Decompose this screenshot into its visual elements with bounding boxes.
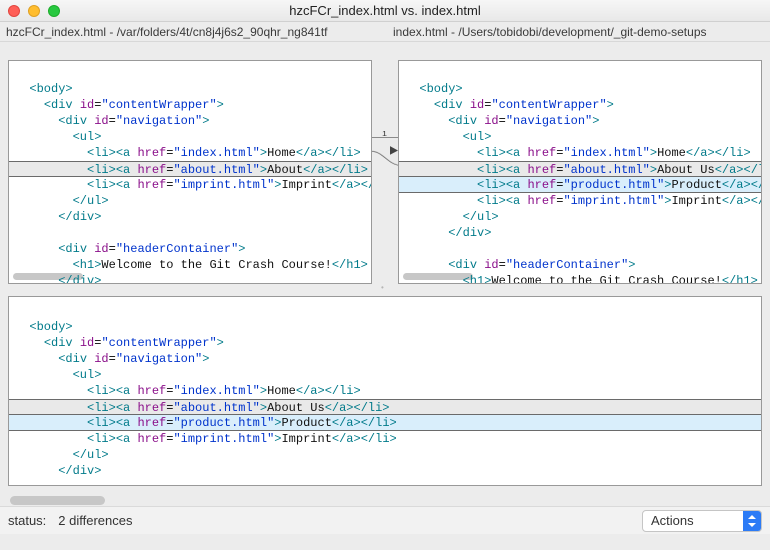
code-line[interactable]: <div id="contentWrapper"> — [15, 97, 365, 113]
left-code-view[interactable]: <body> <div id="contentWrapper"> <div id… — [9, 61, 371, 284]
window-title: hzcFCr_index.html vs. index.html — [0, 3, 770, 18]
merge-arrow-icon[interactable] — [390, 146, 398, 155]
window-titlebar: hzcFCr_index.html vs. index.html — [0, 0, 770, 22]
merged-result-pane[interactable]: <body> <div id="contentWrapper"> <div id… — [8, 296, 762, 486]
code-line[interactable]: <div id="contentWrapper"> — [15, 335, 755, 351]
split-resize-handle-icon[interactable] — [381, 283, 389, 291]
code-line[interactable]: <li><a href="about.html">About</a></li> — [9, 161, 371, 177]
right-file-path: index.html - /Users/tobidobi/development… — [383, 22, 770, 41]
code-line[interactable]: <h1>Welcome to the Git Crash Course!</h1… — [405, 273, 755, 284]
code-line[interactable]: <body> — [15, 319, 755, 335]
status-label: status: — [8, 513, 46, 528]
code-line[interactable]: <li><a href="index.html">Home</a></li> — [15, 145, 365, 161]
close-window-button[interactable] — [8, 5, 20, 17]
code-line[interactable]: <li><a href="product.html">Product</a></… — [399, 177, 761, 193]
right-diff-pane[interactable]: <body> <div id="contentWrapper"> <div id… — [398, 60, 762, 284]
code-line[interactable]: </ul> — [405, 209, 755, 225]
code-line[interactable]: <div id="headerContainer"> — [15, 241, 365, 257]
code-line[interactable]: <ul> — [405, 129, 755, 145]
status-value: 2 differences — [58, 513, 132, 528]
code-line[interactable]: <h1>Welcome to the Git Crash Course!</h1… — [15, 257, 365, 273]
code-line[interactable]: <li><a href="about.html">About Us</a></l… — [9, 399, 761, 415]
minimize-window-button[interactable] — [28, 5, 40, 17]
code-line[interactable]: <ul> — [15, 129, 365, 145]
code-line[interactable]: </ul> — [15, 193, 365, 209]
code-line[interactable]: <div id="navigation"> — [405, 113, 755, 129]
code-line[interactable]: <body> — [15, 81, 365, 97]
code-line[interactable]: <body> — [405, 81, 755, 97]
code-line[interactable]: <li><a href="product.html">Product</a></… — [9, 415, 761, 431]
status-bar: status: 2 differences Actions — [0, 506, 770, 534]
code-line[interactable]: </div> — [15, 463, 755, 479]
code-line[interactable]: <li><a href="index.html">Home</a></li> — [405, 145, 755, 161]
connector-label: 1 — [382, 128, 387, 137]
code-line[interactable]: <li><a href="imprint.html">Imprint</a></… — [405, 193, 755, 209]
code-line[interactable]: </div> — [15, 273, 365, 284]
merged-code-view[interactable]: <body> <div id="contentWrapper"> <div id… — [9, 297, 761, 486]
file-path-bar: hzcFCr_index.html - /var/folders/4t/cn8j… — [0, 22, 770, 42]
merged-horizontal-scrollbar[interactable] — [10, 496, 105, 505]
code-line[interactable]: <li><a href="imprint.html">Imprint</a></… — [15, 431, 755, 447]
code-line[interactable]: </ul> — [15, 447, 755, 463]
left-diff-pane[interactable]: <body> <div id="contentWrapper"> <div id… — [8, 60, 372, 284]
merged-result-wrap: <body> <div id="contentWrapper"> <div id… — [0, 292, 770, 506]
code-line[interactable]: <div id="headerContainer"> — [405, 257, 755, 273]
code-line[interactable]: <li><a href="index.html">Home</a></li> — [15, 383, 755, 399]
code-line[interactable]: <ul> — [15, 367, 755, 383]
diff-split-view: <body> <div id="contentWrapper"> <div id… — [0, 42, 770, 292]
code-line[interactable]: <li><a href="imprint.html">Imprint</a></… — [15, 177, 365, 193]
code-line[interactable]: </div> — [15, 209, 365, 225]
left-file-path: hzcFCr_index.html - /var/folders/4t/cn8j… — [0, 22, 383, 41]
actions-dropdown[interactable]: Actions — [642, 510, 762, 532]
code-line[interactable]: <div id="contentWrapper"> — [405, 97, 755, 113]
window-controls — [0, 5, 60, 17]
right-code-view[interactable]: <body> <div id="contentWrapper"> <div id… — [399, 61, 761, 284]
actions-dropdown-label: Actions — [643, 513, 743, 528]
chevron-updown-icon — [743, 511, 761, 531]
diff-connector-gutter: 1 — [372, 60, 398, 284]
code-line[interactable]: <li><a href="about.html">About Us</a></l… — [399, 161, 761, 177]
code-line[interactable]: </div> — [405, 225, 755, 241]
zoom-window-button[interactable] — [48, 5, 60, 17]
code-line[interactable]: <div id="navigation"> — [15, 351, 755, 367]
code-line[interactable]: <div id="navigation"> — [15, 113, 365, 129]
